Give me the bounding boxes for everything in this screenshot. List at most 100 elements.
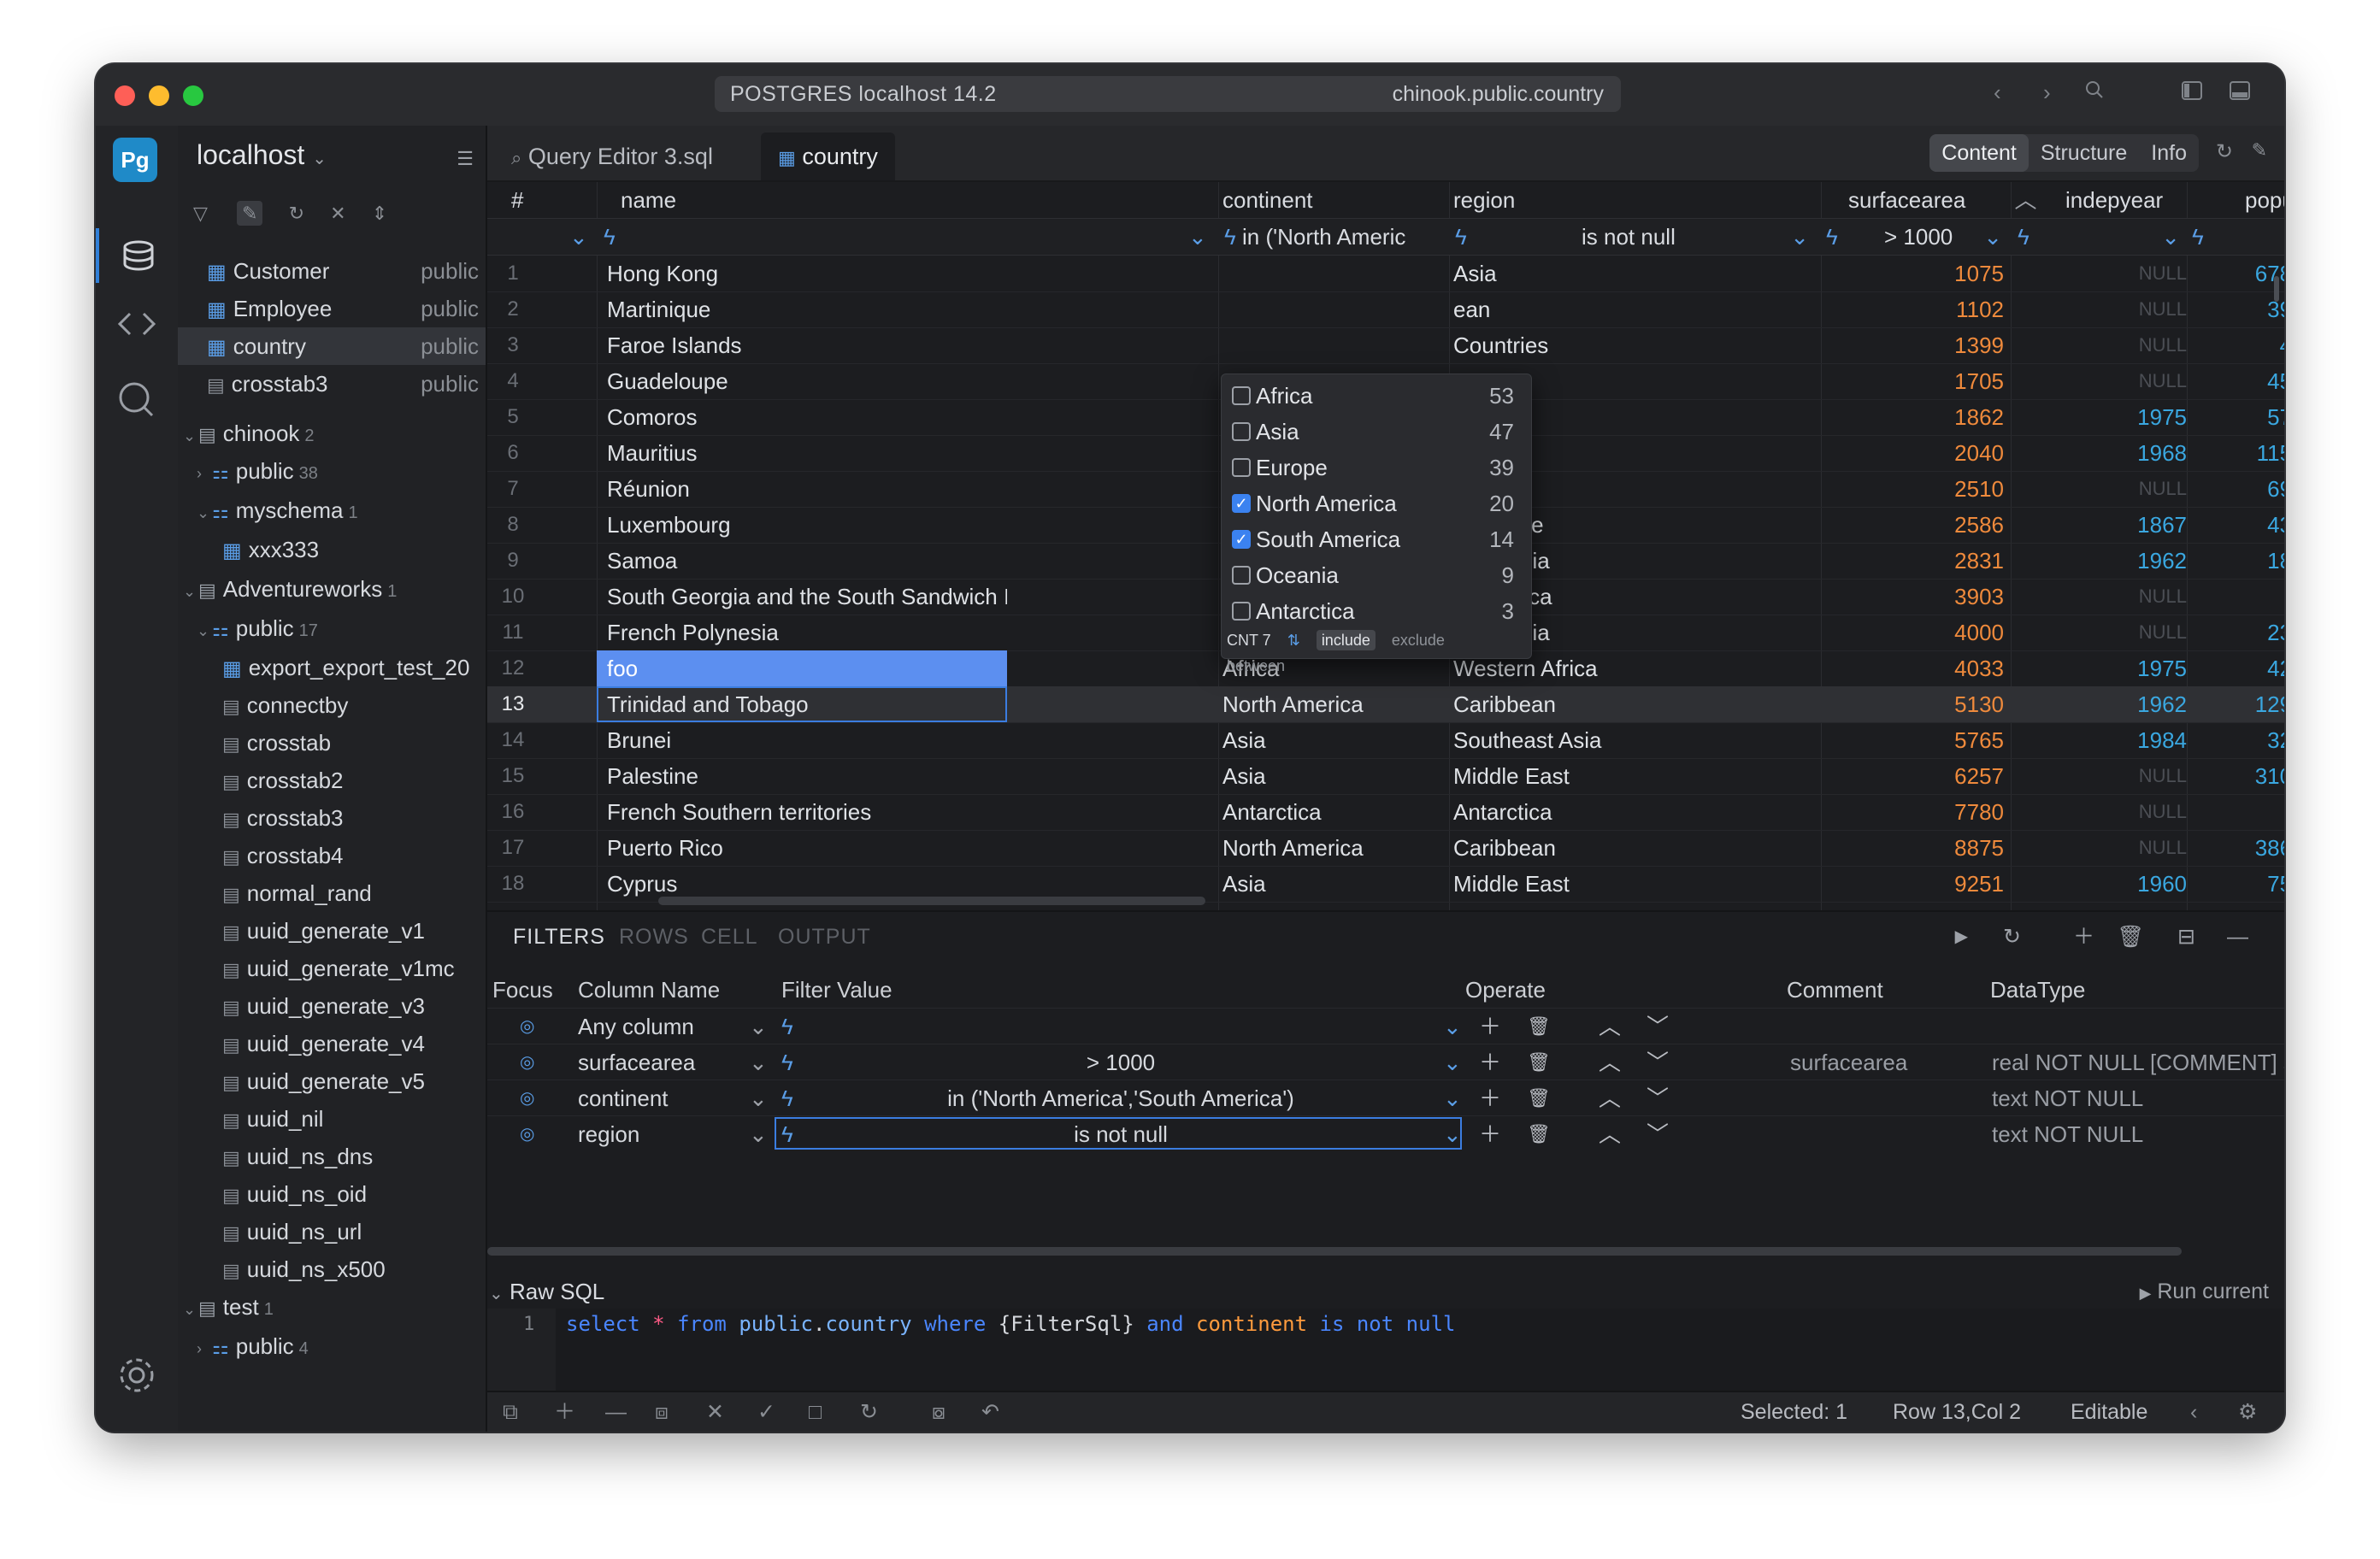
cell-name[interactable]: Luxembourg	[597, 507, 1007, 543]
chevron-down-icon[interactable]: ⌄	[1443, 1009, 1462, 1044]
cell-region[interactable]: Middle East	[1453, 866, 1821, 902]
row-number[interactable]: 5	[487, 399, 539, 435]
sidebar-item-uuid-generate-v5[interactable]: ▤ uuid_generate_v5	[178, 1062, 486, 1100]
sidebar-item-export-export-test[interactable]: ▦ export_export_test_20	[178, 649, 486, 686]
checkbox[interactable]: ✓	[1232, 494, 1251, 514]
sidebar-item-crosstab3-adv[interactable]: ▤ crosstab3	[178, 799, 486, 837]
minimize-panel-icon[interactable]: —	[2227, 912, 2248, 962]
run-current-button[interactable]: ▶ Run current	[2140, 1274, 2269, 1310]
close-window-button[interactable]	[115, 85, 135, 106]
row-number[interactable]: 2	[487, 291, 539, 327]
search-icon[interactable]	[2084, 79, 2105, 106]
add-icon[interactable]: ＋	[1479, 1116, 1501, 1152]
row-number[interactable]: 6	[487, 435, 539, 471]
cell-continent[interactable]: Asia	[1222, 722, 1445, 758]
filter-row[interactable]: ◎ surfacearea ⌄ ϟ > 1000 ⌄ ＋ 🗑 ︿ ﹀ surfacearea real…	[487, 1044, 2284, 1080]
row-number[interactable]: 13	[487, 686, 539, 722]
tab-rows[interactable]: ROWS	[619, 912, 689, 962]
cell-surfacearea[interactable]: 1075	[1821, 256, 2004, 291]
row-number[interactable]: 11	[487, 615, 539, 650]
sidebar-item-xxx333[interactable]: ▦ xxx333	[178, 531, 486, 568]
previous-page-icon[interactable]: ‹	[2190, 1392, 2197, 1432]
cell-indepyear[interactable]: 1962	[2016, 686, 2187, 722]
continent-option[interactable]: Antarctica 3	[1227, 593, 1526, 629]
checkbox[interactable]: ✓	[1232, 530, 1251, 550]
sidebar-item-public-adventureworks[interactable]: ⌄ ⚏ public 17	[178, 609, 486, 647]
database-menu-icon[interactable]: ☰	[457, 148, 474, 170]
horizontal-scrollbar[interactable]	[658, 897, 1205, 905]
code-icon[interactable]	[96, 297, 178, 351]
table-row[interactable]: 17 Puerto Rico North America Caribbean 8875 N…	[487, 830, 2284, 867]
filter-row[interactable]: ◎ Any column ⌄ ϟ ⌄ ＋ 🗑 ︿ ﹀	[487, 1008, 2284, 1044]
cell-indepyear[interactable]: NULL	[2016, 327, 2187, 363]
chevron-up-icon[interactable]: ︿	[1599, 1080, 1621, 1116]
cell-population[interactable]: 4560	[2214, 363, 2284, 399]
refresh-icon[interactable]: ↻	[860, 1392, 878, 1432]
filter-column-name[interactable]: surfacearea	[578, 1044, 749, 1080]
cell-population[interactable]	[2214, 794, 2284, 830]
checkbox[interactable]	[1232, 458, 1251, 478]
cell-continent[interactable]	[1222, 327, 1445, 363]
cell-indepyear[interactable]: NULL	[2016, 471, 2187, 507]
zoom-window-button[interactable]	[183, 85, 203, 106]
discard-icon[interactable]: ✕	[706, 1392, 724, 1432]
filter-value-input[interactable]: is not null	[776, 1116, 1465, 1152]
cell-indepyear[interactable]: 1962	[2016, 543, 2187, 579]
sidebar-item-uuid-generate-v1mc[interactable]: ▤ uuid_generate_v1mc	[178, 950, 486, 987]
cell-indepyear[interactable]: NULL	[2016, 256, 2187, 291]
sidebar-item-uuid-ns-url[interactable]: ▤ uuid_ns_url	[178, 1213, 486, 1250]
chevron-down-icon[interactable]: ⌄	[1443, 1080, 1462, 1116]
column-header-population[interactable]: population	[2245, 182, 2284, 218]
row-number[interactable]: 16	[487, 794, 539, 830]
structure-view-button[interactable]: Structure	[2029, 134, 2139, 172]
row-number[interactable]: 8	[487, 507, 539, 543]
tab-output[interactable]: OUTPUT	[778, 912, 871, 962]
chevron-down-icon[interactable]: ⌄	[1443, 1116, 1462, 1152]
cell-name[interactable]: Samoa	[597, 543, 1007, 579]
cell-surfacearea[interactable]: 5765	[1821, 722, 2004, 758]
chevron-down-icon[interactable]: ﹀	[1647, 1080, 1669, 1116]
new-window-icon[interactable]: ⧉	[503, 1392, 518, 1432]
continent-option[interactable]: Asia 47	[1227, 414, 1526, 450]
add-icon[interactable]: ＋	[1479, 1009, 1501, 1044]
cell-continent[interactable]: North America	[1222, 686, 1445, 722]
cell-continent[interactable]: North America	[1222, 830, 1445, 866]
sidebar-item-uuid-generate-v4[interactable]: ▤ uuid_generate_v4	[178, 1025, 486, 1062]
row-number[interactable]: 12	[487, 650, 539, 686]
trash-icon[interactable]: 🗑	[1527, 1044, 1551, 1080]
cell-surfacearea[interactable]: 1399	[1821, 327, 2004, 363]
search-icon[interactable]	[96, 372, 178, 427]
sidebar-item-connectby[interactable]: ▤ connectby	[178, 686, 486, 724]
cell-name[interactable]: South Georgia and the South Sandwich Isl…	[597, 579, 1007, 615]
include-mode-button[interactable]: include	[1316, 630, 1376, 650]
cell-continent[interactable]	[1222, 291, 1445, 327]
cell-population[interactable]: 430	[2214, 327, 2284, 363]
table-row[interactable]: 2Martiniqueean1102NULL3950	[487, 291, 2284, 328]
cell-indepyear[interactable]: 1975	[2016, 650, 2187, 686]
row-number[interactable]: 7	[487, 471, 539, 507]
cell-population[interactable]: 3280	[2214, 722, 2284, 758]
filter-icon[interactable]: ▽	[193, 203, 208, 224]
exclude-mode-button[interactable]: exclude	[1392, 632, 1445, 649]
checkbox[interactable]	[1232, 566, 1251, 585]
sidebar-item-crosstab3[interactable]: ▤ crosstab3 public	[178, 365, 486, 403]
cell-surfacearea[interactable]: 9251	[1821, 866, 2004, 902]
filter-value-input[interactable]: in ('North America','South America')	[776, 1080, 1465, 1116]
cell-surfacearea[interactable]: 2510	[1821, 471, 2004, 507]
surfacearea-filter-input[interactable]: ϟ > 1000 ⌄	[1826, 219, 2007, 255]
cell-population[interactable]: 2350	[2214, 615, 2284, 650]
cell-population[interactable]: 38690	[2214, 830, 2284, 866]
continent-option[interactable]: ✓ South America 14	[1227, 521, 1526, 557]
cell-surfacearea[interactable]: 1862	[1821, 399, 2004, 435]
table-row[interactable]: 15 Palestine AsiaMiddle East6257 NULL 31010	[487, 758, 2284, 795]
cell-name[interactable]: Hong Kong	[597, 256, 1007, 291]
sidebar-item-uuid-nil[interactable]: ▤ uuid_nil	[178, 1100, 486, 1138]
between-mode-button[interactable]: between	[1227, 657, 1285, 674]
sidebar-item-crosstab[interactable]: ▤ crosstab	[178, 724, 486, 762]
chevron-down-icon[interactable]: ⌄	[749, 1080, 768, 1116]
column-header-surfacearea[interactable]: surfacearea ︿	[1848, 182, 2037, 218]
toggle-panel-icon[interactable]	[2230, 79, 2250, 106]
info-view-button[interactable]: Info	[2139, 134, 2199, 172]
cell-surfacearea[interactable]: 8875	[1821, 830, 2004, 866]
cell-name[interactable]: Mauritius	[597, 435, 1007, 471]
